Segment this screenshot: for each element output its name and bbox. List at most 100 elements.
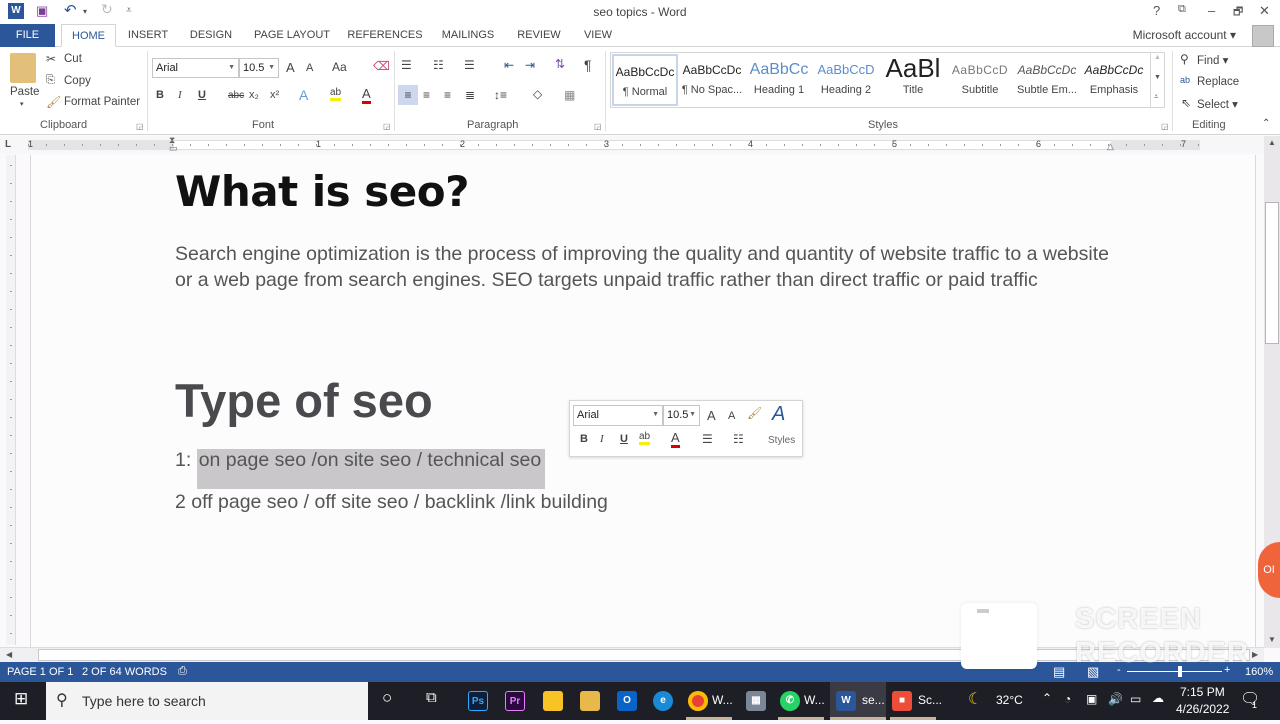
format-painter-button[interactable]: Format Painter <box>64 96 140 108</box>
page-count[interactable]: PAGE 1 OF 1 <box>7 666 73 678</box>
tab-selector[interactable]: L <box>5 139 11 150</box>
weather-temp[interactable]: 32°C <box>996 693 1023 715</box>
mini-font-size-combo[interactable]: 10.5 ▼ <box>663 405 700 426</box>
heading-type-of-seo[interactable]: Type of seo <box>175 373 433 428</box>
paste-icon[interactable] <box>10 53 36 83</box>
bold-icon[interactable]: B <box>156 89 164 101</box>
proofing-icon[interactable]: ⎙ <box>178 665 187 678</box>
zoom-slider[interactable] <box>1127 671 1222 672</box>
mini-styles-label[interactable]: Styles <box>768 435 795 446</box>
mini-font-name-combo[interactable]: Arial ▼ <box>573 405 663 426</box>
weather-moon-icon[interactable]: ☾ <box>968 689 982 711</box>
scroll-right-icon[interactable]: ▶ <box>1252 650 1258 659</box>
style-heading-2[interactable]: AaBbCcD Heading 2 <box>813 54 879 106</box>
align-left-icon[interactable]: ≡ <box>398 85 418 105</box>
help-icon[interactable]: ? <box>1153 3 1160 18</box>
task-view-icon[interactable]: ⧉ <box>426 689 437 711</box>
restore-icon[interactable]: 🗗 <box>1233 3 1243 22</box>
word-taskbar-button[interactable]: W se... <box>830 682 886 720</box>
style-no-spacing[interactable]: AaBbCcDc ¶ No Spac... <box>679 54 745 106</box>
style-emphasis[interactable]: AaBbCcDc Emphasis <box>1081 54 1147 106</box>
scroll-up-icon[interactable]: ▲ <box>1268 138 1276 147</box>
close-icon[interactable]: ✕ <box>1259 3 1270 19</box>
numbering-icon[interactable]: ☷ <box>433 58 444 72</box>
align-center-icon[interactable]: ≡ <box>423 88 430 102</box>
premiere-icon[interactable]: Pr <box>505 691 525 711</box>
tab-file[interactable]: FILE <box>0 24 55 47</box>
scroll-left-icon[interactable]: ◀ <box>6 650 12 659</box>
mini-font-color-icon[interactable]: A <box>671 430 680 448</box>
clock-date[interactable]: 4/26/2022 <box>1176 702 1229 724</box>
strikethrough-icon[interactable]: abc <box>228 90 244 101</box>
minimize-icon[interactable]: – <box>1208 3 1215 18</box>
mini-underline-icon[interactable]: U <box>620 433 628 445</box>
highlight-color-icon[interactable]: ab <box>330 87 342 101</box>
multilevel-list-icon[interactable]: ☰ <box>464 58 475 72</box>
paste-dropdown-icon[interactable]: ▾ <box>20 100 24 108</box>
screen-recorder-label[interactable]: Sc... <box>918 693 942 715</box>
photoshop-icon[interactable]: Ps <box>468 691 488 711</box>
tab-references[interactable]: REFERENCES <box>344 24 426 47</box>
selected-text[interactable]: on page seo /on site seo / technical seo <box>196 449 546 489</box>
style-normal[interactable]: AaBbCcDc ¶ Normal <box>612 54 678 106</box>
mini-italic-icon[interactable]: I <box>600 433 604 445</box>
font-dialog-launcher-icon[interactable]: ◲ <box>383 122 391 131</box>
indent-marker-icon[interactable]: ⧗ ▭ <box>169 136 178 153</box>
volume-icon[interactable]: 🔊 <box>1108 692 1123 714</box>
line-spacing-icon[interactable]: ↕≡ <box>494 88 507 102</box>
windows-start-icon[interactable]: ⊞ <box>14 689 28 711</box>
tab-insert[interactable]: INSERT <box>122 24 174 47</box>
select-button[interactable]: Select ▾ <box>1197 97 1238 111</box>
vertical-scroll-thumb[interactable] <box>1265 202 1279 344</box>
font-name-combo[interactable]: Arial ▼ <box>152 58 239 78</box>
tab-view[interactable]: VIEW <box>576 24 620 47</box>
paragraph-dialog-launcher-icon[interactable]: ◲ <box>594 122 602 131</box>
mini-numbering-icon[interactable]: ☷ <box>733 432 744 446</box>
mini-format-painter-icon[interactable]: 🖌 <box>747 406 762 420</box>
wifi-icon[interactable]: ◔ <box>1064 692 1071 714</box>
file-explorer-icon[interactable] <box>580 691 600 711</box>
meet-now-icon[interactable]: ▣ <box>1086 692 1097 714</box>
find-button[interactable]: Find ▾ <box>1197 53 1228 67</box>
vertical-ruler[interactable] <box>6 155 16 645</box>
subscript-icon[interactable]: x₂ <box>249 89 259 101</box>
text-effects-icon[interactable]: A <box>299 87 308 103</box>
recorder-floating-button[interactable]: OI <box>1258 542 1280 598</box>
font-size-combo[interactable]: 10.5 ▼ <box>239 58 279 78</box>
sort-icon[interactable]: ⇅ <box>555 57 565 71</box>
mini-bullets-icon[interactable]: ☰ <box>702 432 713 446</box>
avatar[interactable] <box>1252 25 1274 47</box>
align-right-icon[interactable]: ≡ <box>444 88 451 102</box>
underline-icon[interactable]: U <box>198 89 206 101</box>
superscript-icon[interactable]: x² <box>270 89 279 101</box>
cortana-icon[interactable]: ○ <box>382 688 392 710</box>
clipboard-dialog-launcher-icon[interactable]: ◲ <box>136 122 144 131</box>
tab-review[interactable]: REVIEW <box>510 24 568 47</box>
chrome-label[interactable]: W... <box>712 693 733 715</box>
list-item-2[interactable]: 2 off page seo / off site seo / backlink… <box>175 491 608 514</box>
shrink-font-icon[interactable]: A <box>306 62 313 74</box>
style-subtitle[interactable]: AaBbCcD Subtitle <box>947 54 1013 106</box>
right-indent-marker-icon[interactable]: △ <box>1107 141 1114 152</box>
gallery-down-icon[interactable]: ▼ <box>1154 74 1161 81</box>
increase-indent-icon[interactable]: ⇥ <box>525 58 535 72</box>
sticky-notes-icon[interactable] <box>543 691 563 711</box>
whatsapp-icon[interactable]: ✆ <box>780 691 800 711</box>
gallery-up-icon[interactable]: ▲ <box>1154 54 1161 61</box>
mini-highlight-icon[interactable]: ab <box>639 431 651 445</box>
decrease-indent-icon[interactable]: ⇤ <box>504 58 514 72</box>
microsoft-account-menu[interactable]: Microsoft account ▾ <box>1133 28 1236 42</box>
shading-icon[interactable]: ◇ <box>533 87 542 101</box>
horizontal-scroll-thumb[interactable] <box>38 649 1250 661</box>
cut-button[interactable]: Cut <box>64 53 82 65</box>
print-layout-icon[interactable]: ▤ <box>1053 664 1065 680</box>
paste-button[interactable]: Paste <box>10 86 39 98</box>
styles-icon[interactable]: A <box>772 403 785 426</box>
scroll-down-icon[interactable]: ▼ <box>1268 635 1276 644</box>
style-title[interactable]: AaBl Title <box>880 54 946 106</box>
screen-recorder-icon[interactable]: ■ <box>892 691 912 711</box>
grow-font-icon[interactable]: A <box>286 60 295 75</box>
notifications-icon[interactable]: 🗨 <box>1240 689 1260 711</box>
list-item-1[interactable]: 1: on page seo /on site seo / technical … <box>175 449 546 489</box>
tab-home[interactable]: HOME <box>61 24 116 47</box>
